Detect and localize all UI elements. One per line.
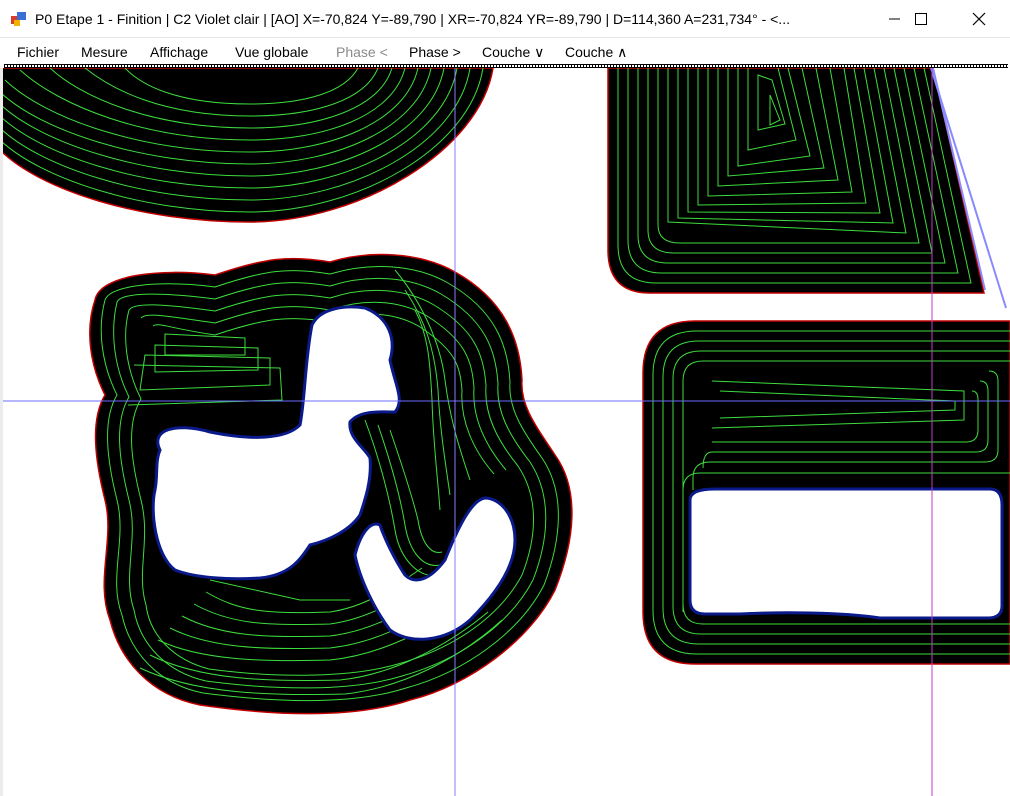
menu-fichier[interactable]: Fichier <box>17 44 59 60</box>
part-middle-blob <box>89 253 573 715</box>
menu-couche-up[interactable]: Couche ∧ <box>565 44 627 61</box>
part-top-right <box>607 68 986 294</box>
part-right-rect <box>642 320 1010 665</box>
maximize-icon <box>915 13 927 25</box>
app-icon <box>11 12 26 26</box>
part-top-left <box>0 68 494 223</box>
title-bar: P0 Etape 1 - Finition | C2 Violet clair … <box>0 0 1010 38</box>
maximize-button[interactable] <box>892 0 950 38</box>
window-title: P0 Etape 1 - Finition | C2 Violet clair … <box>35 11 790 27</box>
menu-vue-globale[interactable]: Vue globale <box>235 44 308 60</box>
menu-couche-down[interactable]: Couche ∨ <box>482 44 544 61</box>
drawing-canvas[interactable] <box>0 68 1010 796</box>
menu-phase-prev: Phase < <box>336 44 388 60</box>
close-icon <box>972 12 986 26</box>
canvas-left-border <box>0 68 3 796</box>
toolpath-view <box>0 68 1010 796</box>
menu-phase-next[interactable]: Phase > <box>409 44 461 60</box>
menu-mesure[interactable]: Mesure <box>81 44 128 60</box>
close-button[interactable] <box>950 0 1008 38</box>
menu-affichage[interactable]: Affichage <box>150 44 208 60</box>
